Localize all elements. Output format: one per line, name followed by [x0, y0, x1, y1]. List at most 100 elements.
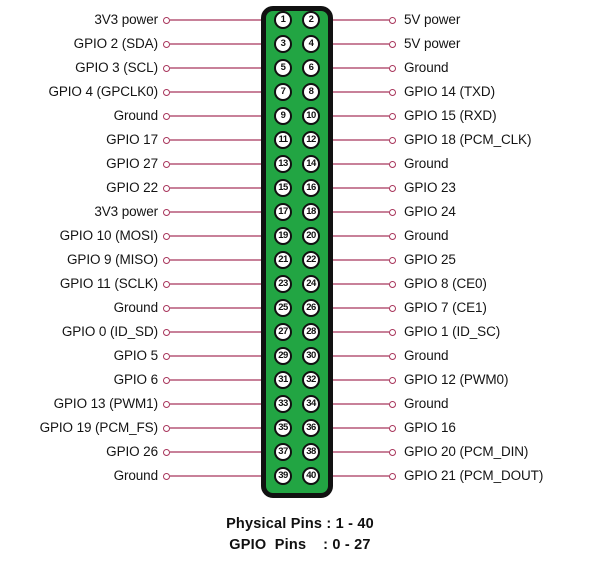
pin-circle-15[interactable]: 15	[274, 179, 292, 197]
pin-circle-12[interactable]: 12	[302, 131, 320, 149]
pin-label-right-24: GPIO 8 (CE0)	[404, 276, 487, 291]
pin-label-left-17: 3V3 power	[94, 204, 158, 219]
pin-label-right-40: GPIO 21 (PCM_DOUT)	[404, 468, 544, 483]
lead-marker-right-40	[389, 472, 396, 480]
lead-marker-left-13	[163, 160, 170, 168]
pin-label-left-7: GPIO 4 (GPCLK0)	[48, 84, 158, 99]
lead-marker-left-29	[163, 352, 170, 360]
pin-circle-37[interactable]: 37	[274, 443, 292, 461]
pin-circle-11[interactable]: 11	[274, 131, 292, 149]
pin-circle-24[interactable]: 24	[302, 275, 320, 293]
pin-label-left-23: GPIO 11 (SCLK)	[59, 276, 158, 291]
lead-marker-right-4	[389, 40, 396, 48]
pin-circle-28[interactable]: 28	[302, 323, 320, 341]
pin-circle-32[interactable]: 32	[302, 371, 320, 389]
pin-circle-20[interactable]: 20	[302, 227, 320, 245]
pin-label-right-16: GPIO 23	[404, 180, 456, 195]
lead-marker-left-5	[163, 64, 170, 72]
pin-circle-7[interactable]: 7	[274, 83, 292, 101]
pin-label-left-27: GPIO 0 (ID_SD)	[61, 324, 158, 339]
pin-circle-22[interactable]: 22	[302, 251, 320, 269]
pin-circle-4[interactable]: 4	[302, 35, 320, 53]
pin-label-right-34: Ground	[404, 396, 449, 411]
pin-label-left-37: GPIO 26	[106, 444, 158, 459]
lead-marker-left-21	[163, 256, 170, 264]
lead-marker-left-31	[163, 376, 170, 384]
pin-label-right-12: GPIO 18 (PCM_CLK)	[404, 132, 532, 147]
lead-marker-right-2	[389, 16, 396, 24]
pin-circle-39[interactable]: 39	[274, 467, 292, 485]
pin-label-right-38: GPIO 20 (PCM_DIN)	[404, 444, 529, 459]
lead-marker-right-20	[389, 232, 396, 240]
pin-label-left-15: GPIO 22	[106, 180, 158, 195]
pin-label-left-13: GPIO 27	[106, 156, 158, 171]
pin-circle-14[interactable]: 14	[302, 155, 320, 173]
pin-circle-18[interactable]: 18	[302, 203, 320, 221]
lead-marker-left-9	[163, 112, 170, 120]
lead-marker-right-38	[389, 448, 396, 456]
lead-marker-right-34	[389, 400, 396, 408]
pin-label-left-25: Ground	[113, 300, 159, 315]
pin-circle-1[interactable]: 1	[274, 11, 292, 29]
pin-circle-3[interactable]: 3	[274, 35, 292, 53]
pin-circle-25[interactable]: 25	[274, 299, 292, 317]
pin-label-left-39: Ground	[113, 468, 159, 483]
pin-circle-13[interactable]: 13	[274, 155, 292, 173]
lead-marker-left-3	[163, 40, 170, 48]
lead-marker-left-15	[163, 184, 170, 192]
lead-marker-right-32	[389, 376, 396, 384]
gpio-pinout-diagram: 3V3 power 1 2 5V power GPIO 2 (SDA) 3 4 5V powe…	[0, 0, 600, 574]
lead-marker-right-26	[389, 304, 396, 312]
pin-circle-40[interactable]: 40	[302, 467, 320, 485]
lead-marker-right-24	[389, 280, 396, 288]
pin-circle-23[interactable]: 23	[274, 275, 292, 293]
pin-circle-17[interactable]: 17	[274, 203, 292, 221]
pin-circle-21[interactable]: 21	[274, 251, 292, 269]
lead-marker-right-36	[389, 424, 396, 432]
pin-label-left-19: GPIO 10 (MOSI)	[59, 228, 158, 243]
pin-label-left-11: GPIO 17	[106, 132, 158, 147]
pin-circle-16[interactable]: 16	[302, 179, 320, 197]
pin-circle-30[interactable]: 30	[302, 347, 320, 365]
pin-circle-2[interactable]: 2	[302, 11, 320, 29]
pin-label-right-6: Ground	[404, 60, 449, 75]
lead-marker-left-23	[163, 280, 170, 288]
lead-marker-right-14	[389, 160, 396, 168]
footer-physical-pins: Physical Pins : 1 - 40	[0, 516, 600, 532]
pin-label-right-20: Ground	[404, 228, 449, 243]
pin-circle-35[interactable]: 35	[274, 419, 292, 437]
lead-marker-right-6	[389, 64, 396, 72]
pin-label-left-1: 3V3 power	[94, 12, 158, 27]
pin-circle-34[interactable]: 34	[302, 395, 320, 413]
pin-label-left-31: GPIO 6	[113, 372, 159, 387]
pin-circle-26[interactable]: 26	[302, 299, 320, 317]
pin-label-left-9: Ground	[113, 108, 159, 123]
pin-label-left-3: GPIO 2 (SDA)	[73, 36, 158, 51]
pin-label-right-36: GPIO 16	[404, 420, 456, 435]
pin-circle-10[interactable]: 10	[302, 107, 320, 125]
lead-marker-left-17	[163, 208, 170, 216]
pin-circle-38[interactable]: 38	[302, 443, 320, 461]
lead-marker-left-35	[163, 424, 170, 432]
lead-marker-right-8	[389, 88, 396, 96]
pin-circle-36[interactable]: 36	[302, 419, 320, 437]
lead-marker-right-22	[389, 256, 396, 264]
pin-circle-27[interactable]: 27	[274, 323, 292, 341]
pin-circle-19[interactable]: 19	[274, 227, 292, 245]
pin-label-right-2: 5V power	[404, 12, 461, 27]
pin-label-right-4: 5V power	[404, 36, 461, 51]
pin-circle-8[interactable]: 8	[302, 83, 320, 101]
pin-circle-6[interactable]: 6	[302, 59, 320, 77]
pin-circle-5[interactable]: 5	[274, 59, 292, 77]
pin-circle-29[interactable]: 29	[274, 347, 292, 365]
lead-marker-left-25	[163, 304, 170, 312]
lead-marker-left-19	[163, 232, 170, 240]
pin-label-left-33: GPIO 13 (PWM1)	[53, 396, 158, 411]
pin-label-right-26: GPIO 7 (CE1)	[404, 300, 487, 315]
pin-circle-33[interactable]: 33	[274, 395, 292, 413]
pin-label-right-8: GPIO 14 (TXD)	[404, 84, 495, 99]
pin-label-right-10: GPIO 15 (RXD)	[404, 108, 497, 123]
pin-circle-9[interactable]: 9	[274, 107, 292, 125]
pin-circle-31[interactable]: 31	[274, 371, 292, 389]
pin-label-right-32: GPIO 12 (PWM0)	[404, 372, 509, 387]
